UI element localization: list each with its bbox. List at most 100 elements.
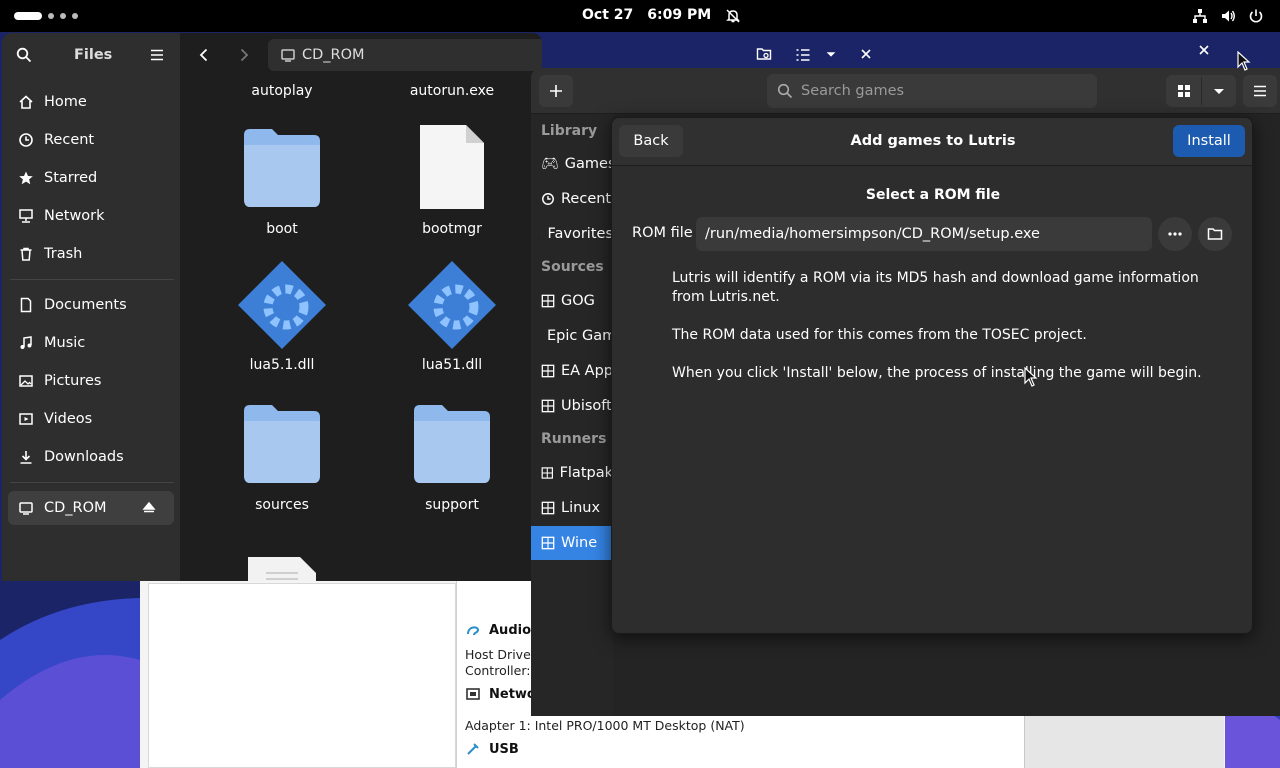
sidebar-item-home[interactable]: Home: [8, 85, 174, 119]
bookmark-icon: [541, 233, 542, 235]
search-icon: [777, 83, 793, 99]
file-item-boot[interactable]: boot: [207, 125, 357, 237]
lutris-close-button[interactable]: [1190, 36, 1218, 64]
search-games-field[interactable]: [767, 74, 1097, 108]
drive-icon: [281, 49, 295, 62]
file-label: lua5.1.dll: [249, 357, 315, 373]
music-icon: [20, 336, 32, 349]
file-item-autoplay[interactable]: autoplay: [207, 83, 357, 99]
file-item-bootmgr[interactable]: bootmgr: [377, 125, 527, 237]
sidebar-item-flatpak[interactable]: Flatpak: [531, 456, 613, 490]
files-content-area: CD_ROM autoplay autorun.exe boot bootmgr…: [180, 33, 542, 581]
dll-gear-icon: [238, 261, 326, 349]
files-main-menu-button[interactable]: [143, 41, 171, 69]
search-games-input[interactable]: [801, 83, 1081, 99]
file-item-sources[interactable]: sources: [207, 401, 357, 513]
sidebar-item-favorites[interactable]: Favorites: [531, 217, 613, 251]
top-bar: Oct 27 6:09 PM: [0, 0, 1280, 32]
back-nav-button[interactable]: [190, 41, 218, 69]
sidebar-item-pictures[interactable]: Pictures: [8, 364, 174, 398]
sidebar-item-documents[interactable]: Documents: [8, 288, 174, 322]
sidebar-item-ea-app[interactable]: EA App: [531, 354, 613, 388]
sidebar-item-label: Documents: [44, 297, 127, 313]
grid-view-icon[interactable]: [1176, 83, 1192, 99]
sidebar-item-label: Downloads: [44, 449, 124, 465]
sidebar-item-label: Trash: [44, 246, 83, 262]
clock-icon: [19, 133, 33, 147]
sidebar-item-trash[interactable]: Trash: [8, 237, 174, 271]
sidebar-item-games[interactable]: 🎮︎ Games: [531, 147, 613, 181]
sidebar-item-recent[interactable]: Recent: [8, 123, 174, 157]
file-item-lua5-1-dll[interactable]: lua5.1.dll: [207, 259, 357, 373]
search-icon: [16, 47, 32, 63]
rom-options-button[interactable]: [1158, 217, 1192, 251]
sidebar-item-downloads[interactable]: Downloads: [8, 440, 174, 474]
view-options-button[interactable]: [790, 40, 840, 68]
add-games-dialog: Back Add games to Lutris Install Select …: [611, 117, 1253, 634]
files-close-button[interactable]: [852, 40, 880, 68]
rom-file-input[interactable]: [705, 226, 1145, 242]
browse-folder-button[interactable]: [1198, 217, 1232, 251]
eject-icon[interactable]: [142, 501, 156, 515]
sidebar-item-starred[interactable]: Starred: [8, 161, 174, 195]
sidebar-item-cd-rom[interactable]: CD_ROM: [8, 491, 174, 525]
file-item-support[interactable]: support: [377, 401, 527, 513]
sidebar-item-label: Favorites: [547, 226, 614, 242]
path-bar[interactable]: CD_ROM: [268, 39, 542, 71]
forward-nav-button[interactable]: [230, 41, 258, 69]
sidebar-separator: [10, 482, 174, 483]
network-adapter-line: Adapter 1: Intel PRO/1000 MT Desktop (NA…: [465, 718, 745, 733]
sidebar-item-label: CD_ROM: [44, 500, 107, 516]
clock-icon: [542, 193, 554, 205]
sidebar-item-gog[interactable]: GOG: [531, 284, 613, 318]
power-icon[interactable]: [1248, 8, 1264, 24]
files-title: Files: [74, 47, 113, 63]
usb-section-header[interactable]: USB: [465, 741, 519, 757]
activities-indicator[interactable]: [14, 10, 78, 22]
sidebar-item-recent[interactable]: Recent: [531, 182, 613, 216]
workspace-dot: [60, 13, 66, 19]
install-button[interactable]: Install: [1173, 125, 1245, 157]
new-folder-button[interactable]: [750, 40, 778, 68]
sidebar-item-network[interactable]: Network: [8, 199, 174, 233]
file-icon[interactable]: [248, 555, 318, 581]
info-paragraph-tosec: The ROM data used for this comes from th…: [672, 327, 1087, 343]
rom-file-field[interactable]: [696, 217, 1152, 251]
lutris-sidebar: Library 🎮︎ Games Recent Favorites Source…: [531, 114, 613, 716]
sidebar-item-label: Music: [44, 335, 86, 351]
add-game-button[interactable]: [539, 75, 573, 107]
files-search-button[interactable]: [10, 41, 38, 69]
sidebar-item-epic-games[interactable]: Epic Games: [531, 319, 613, 353]
drive-icon: [19, 502, 33, 515]
clock[interactable]: Oct 27 6:09 PM: [582, 7, 741, 24]
workspace-dot: [48, 13, 54, 19]
sidebar-item-videos[interactable]: Videos: [8, 402, 174, 436]
sidebar-item-label: EA App: [560, 363, 613, 379]
usb-title: USB: [489, 741, 519, 757]
lutris-main-menu-button[interactable]: [1243, 75, 1277, 107]
view-mode-toggle[interactable]: [1166, 75, 1236, 107]
audio-section-header[interactable]: Audio: [465, 622, 531, 638]
chevron-down-icon[interactable]: [1211, 83, 1227, 99]
source-icon: [541, 399, 555, 413]
notifications-off-icon: [726, 9, 740, 23]
sidebar-item-ubisoft[interactable]: Ubisoft: [531, 389, 613, 423]
workspace-dot: [72, 13, 78, 19]
file-item-autorun-exe[interactable]: autorun.exe: [377, 83, 527, 99]
file-label: bootmgr: [422, 221, 482, 237]
sidebar-item-wine[interactable]: Wine: [531, 526, 613, 560]
file-item-lua51-dll[interactable]: lua51.dll: [377, 259, 527, 373]
sidebar-item-label: Ubisoft: [561, 398, 612, 414]
sidebar-item-label: Network: [44, 208, 105, 224]
network-wired-icon[interactable]: [1192, 8, 1208, 24]
sidebar-item-linux[interactable]: Linux: [531, 491, 613, 525]
sidebar-item-music[interactable]: Music: [8, 326, 174, 360]
info-paragraph-md5: Lutris will identify a ROM via its MD5 h…: [672, 270, 1199, 305]
download-icon: [20, 451, 32, 464]
dialog-heading: Select a ROM file: [865, 187, 1001, 203]
sidebar-item-label: Linux: [561, 500, 601, 516]
volume-icon[interactable]: [1220, 8, 1236, 24]
chevron-right-icon: [240, 48, 249, 62]
sidebar-item-label: GOG: [561, 293, 595, 309]
sidebar-item-label: Wine: [561, 535, 598, 551]
